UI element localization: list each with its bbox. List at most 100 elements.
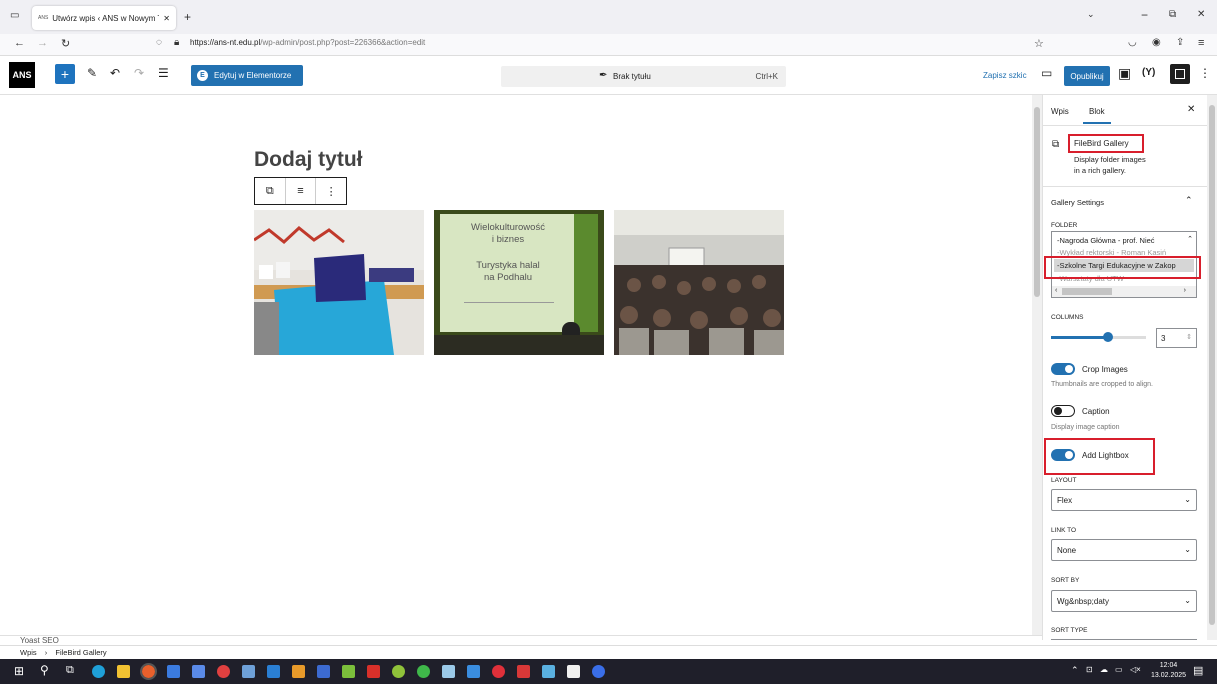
chevron-down-icon[interactable]: ⌄	[1087, 9, 1095, 20]
sidebar-scrollbar[interactable]	[1207, 95, 1217, 640]
columns-slider-handle[interactable]	[1103, 332, 1113, 342]
app-icon[interactable]	[417, 665, 430, 678]
tray-app-icon[interactable]: ⊡	[1086, 665, 1093, 674]
scroll-right-icon[interactable]: ›	[1184, 287, 1186, 294]
search-icon[interactable]: ⚲	[40, 663, 49, 677]
close-icon[interactable]: ✕	[1187, 104, 1195, 115]
minimize-icon[interactable]: −	[1141, 8, 1148, 22]
tab-post[interactable]: Wpis	[1051, 107, 1069, 116]
app-icon[interactable]	[342, 665, 355, 678]
app-icon[interactable]	[367, 665, 380, 678]
block-options-button[interactable]: ⋮	[316, 178, 346, 204]
taskbar-clock[interactable]: 12:04 13.02.2025	[1151, 661, 1186, 681]
crop-images-toggle[interactable]	[1051, 363, 1075, 375]
spinner-icon[interactable]: ⇕	[1186, 333, 1192, 341]
app-icon[interactable]	[317, 665, 330, 678]
tab-block[interactable]: Blok	[1089, 107, 1105, 116]
save-draft-button[interactable]: Zapisz szkic	[983, 71, 1027, 80]
firefox-icon[interactable]	[140, 663, 157, 680]
browser-tab[interactable]: ANS Utwórz wpis ‹ ANS w Nowym T ✕	[32, 6, 176, 30]
chevron-up-icon[interactable]: ⌃	[1185, 195, 1193, 206]
preview-desktop-icon[interactable]: ▭	[1041, 66, 1052, 80]
app-icon[interactable]	[242, 665, 255, 678]
network-app-icon[interactable]	[167, 665, 180, 678]
redo-icon[interactable]: ↷	[134, 66, 144, 80]
tab-list-icon[interactable]: ▭	[10, 10, 19, 21]
layout-select[interactable]: Flex ⌄	[1051, 489, 1197, 511]
outlook-icon[interactable]	[267, 665, 280, 678]
record-app-icon[interactable]	[217, 665, 230, 678]
lock-icon[interactable]: 🔒︎	[174, 37, 179, 48]
app-icon[interactable]	[517, 665, 530, 678]
breadcrumb-current[interactable]: FileBird Gallery	[55, 648, 106, 657]
command-palette-button[interactable]: ✒ Brak tytułu Ctrl+K	[501, 66, 786, 87]
save-app-icon[interactable]	[192, 665, 205, 678]
new-tab-icon[interactable]: +	[184, 10, 191, 24]
pencil-icon[interactable]: ✎	[87, 66, 97, 80]
pocket-icon[interactable]: ◡	[1128, 37, 1137, 48]
restore-icon[interactable]: ⧉	[1169, 9, 1176, 20]
undo-icon[interactable]: ↶	[110, 66, 120, 80]
task-view-icon[interactable]: ⧉	[66, 664, 74, 677]
menu-icon[interactable]: ≡	[1198, 37, 1204, 49]
settings-sidebar-toggle[interactable]	[1170, 64, 1190, 84]
back-icon[interactable]: ←	[14, 37, 25, 49]
elementor-kit-icon[interactable]: ▣	[1118, 65, 1131, 82]
share-icon[interactable]: ⇪	[1176, 37, 1184, 48]
shield-icon[interactable]: ◌	[156, 37, 162, 48]
tray-chevron-icon[interactable]: ⌃	[1071, 665, 1079, 676]
address-bar[interactable]: https://ans-nt.edu.pl/wp-admin/post.php?…	[190, 38, 425, 47]
link-to-select[interactable]: None ⌄	[1051, 539, 1197, 561]
app-icon[interactable]	[492, 665, 505, 678]
yoast-icon[interactable]: (Y)	[1142, 67, 1155, 78]
network-icon[interactable]: ▭	[1115, 665, 1123, 674]
options-icon[interactable]: ⋮	[1199, 66, 1211, 80]
add-block-button[interactable]: +	[55, 64, 75, 84]
publish-button[interactable]: Opublikuj	[1064, 66, 1110, 86]
app-icon[interactable]	[442, 665, 455, 678]
columns-slider-track[interactable]	[1051, 332, 1146, 342]
gallery-image-slide[interactable]: Wielokulturowość i biznes Turystyka hala…	[434, 210, 604, 355]
bookmark-star-icon[interactable]: ☆	[1034, 37, 1044, 50]
canvas-scrollbar[interactable]	[1032, 95, 1042, 635]
h-scroll-thumb[interactable]	[1062, 288, 1112, 295]
breadcrumb-root[interactable]: Wpis	[20, 648, 37, 657]
site-logo[interactable]: ANS	[9, 62, 35, 88]
app-icon[interactable]	[392, 665, 405, 678]
scroll-left-icon[interactable]: ‹	[1055, 287, 1057, 294]
close-window-icon[interactable]: ✕	[1197, 9, 1205, 20]
post-title-input[interactable]: Dodaj tytuł	[254, 148, 363, 172]
gallery-settings-title[interactable]: Gallery Settings	[1051, 198, 1104, 207]
columns-number-input[interactable]: 3 ⇕	[1156, 328, 1197, 348]
tray-cloud-icon[interactable]: ☁	[1100, 665, 1108, 674]
yoast-panel[interactable]: Yoast SEO	[0, 635, 1042, 645]
gallery-image-audience[interactable]	[614, 210, 784, 355]
folder-h-scrollbar[interactable]: ‹ ›	[1052, 286, 1196, 297]
file-explorer-icon[interactable]	[117, 665, 130, 678]
windows-start-icon[interactable]: ⊞	[14, 664, 24, 678]
sidebar-scroll-thumb[interactable]	[1209, 105, 1215, 625]
app-icon[interactable]	[467, 665, 480, 678]
volume-icon[interactable]: ◁×	[1130, 665, 1141, 674]
app-icon[interactable]	[292, 665, 305, 678]
edge-icon[interactable]	[92, 665, 105, 678]
app-icon[interactable]	[592, 665, 605, 678]
align-button[interactable]: ≡	[286, 178, 317, 204]
list-view-icon[interactable]: ☰	[158, 66, 169, 80]
scroll-up-icon[interactable]: ⌃	[1187, 235, 1193, 243]
sort-type-select[interactable]	[1051, 639, 1197, 641]
extensions-icon[interactable]: ◉	[1152, 37, 1161, 48]
close-tab-icon[interactable]: ✕	[163, 14, 170, 23]
forward-icon[interactable]: →	[37, 37, 48, 49]
reload-icon[interactable]: ↻	[61, 37, 70, 50]
block-type-button[interactable]: ⧉	[255, 178, 286, 204]
caption-toggle[interactable]	[1051, 405, 1075, 417]
notepad-icon[interactable]	[567, 665, 580, 678]
notifications-icon[interactable]: ▤	[1193, 664, 1203, 677]
canvas-scroll-thumb[interactable]	[1034, 107, 1040, 297]
gallery-image-booth[interactable]	[254, 210, 424, 355]
sort-by-select[interactable]: Wg&nbsp;daty ⌄	[1051, 590, 1197, 612]
app-icon[interactable]	[542, 665, 555, 678]
edit-with-elementor-button[interactable]: E Edytuj w Elementorze	[191, 65, 303, 86]
folder-option[interactable]: -Nagroda Główna - prof. Nieć	[1057, 236, 1155, 245]
